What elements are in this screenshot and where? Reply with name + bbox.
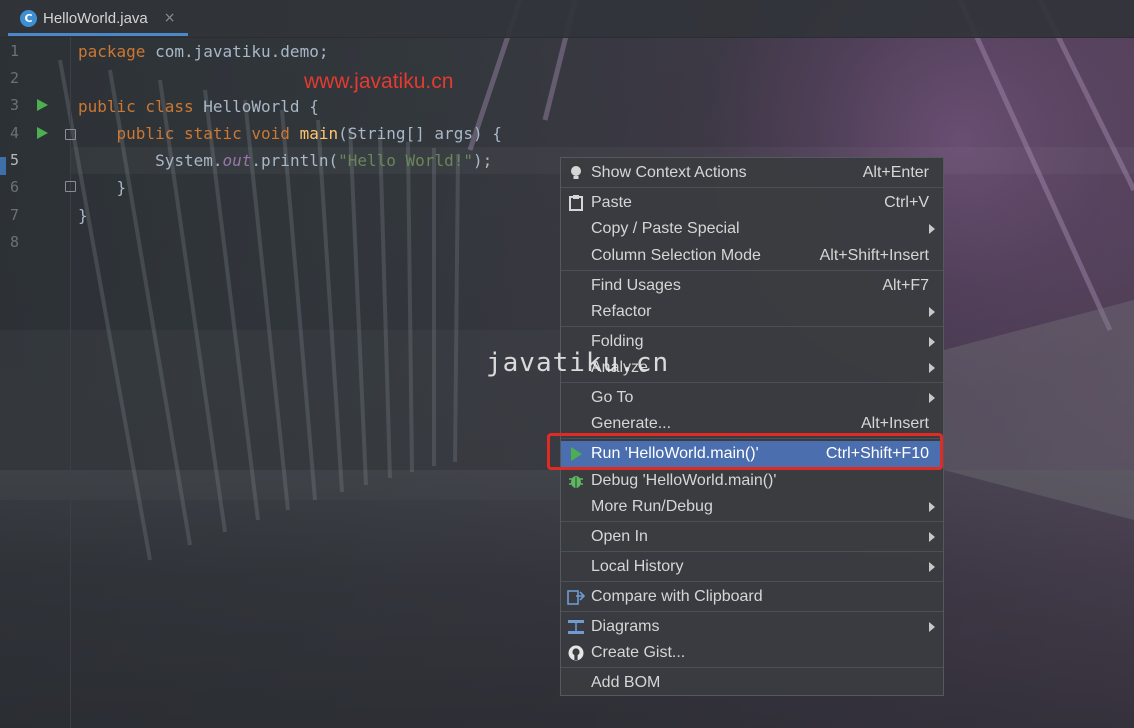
run-gutter-icon[interactable] bbox=[37, 99, 48, 111]
menu-item-copy-paste-special[interactable]: Copy / Paste Special bbox=[561, 216, 943, 242]
annotation-highlight-box bbox=[547, 433, 943, 470]
menu-item-more-run-debug[interactable]: More Run/Debug bbox=[561, 494, 943, 520]
line-number: 8 bbox=[10, 233, 20, 251]
watermark-center: javatiku.cn bbox=[486, 348, 670, 378]
menu-separator bbox=[561, 667, 943, 668]
menu-item-find-usages[interactable]: Find Usages Alt+F7 bbox=[561, 273, 943, 299]
line-number: 4 bbox=[10, 124, 20, 142]
clipboard-icon bbox=[567, 194, 585, 212]
menu-item-debug-main[interactable]: Debug 'HelloWorld.main()' bbox=[561, 468, 943, 494]
menu-separator bbox=[561, 187, 943, 188]
submenu-arrow-icon bbox=[929, 363, 935, 373]
menu-item-compare-with-clipboard[interactable]: Compare with Clipboard bbox=[561, 584, 943, 610]
tab-label: HelloWorld.java bbox=[43, 9, 148, 27]
code-line: public static void main(String[] args) { bbox=[116, 124, 502, 143]
menu-item-show-context-actions[interactable]: Show Context Actions Alt+Enter bbox=[561, 160, 943, 186]
compare-icon bbox=[567, 588, 585, 606]
run-gutter-icon[interactable] bbox=[37, 127, 48, 139]
line-number: 6 bbox=[10, 178, 20, 196]
menu-item-open-in[interactable]: Open In bbox=[561, 524, 943, 550]
java-class-icon: C bbox=[20, 9, 37, 27]
editor-tab-bar: C HelloWorld.java × bbox=[0, 0, 1134, 38]
watermark-url: www.javatiku.cn bbox=[304, 70, 454, 93]
submenu-arrow-icon bbox=[929, 393, 935, 403]
menu-item-diagrams[interactable]: Diagrams bbox=[561, 614, 943, 640]
fold-icon[interactable] bbox=[65, 129, 76, 140]
code-line: package com.javatiku.demo; bbox=[78, 42, 329, 61]
line-number: 5 bbox=[10, 151, 20, 169]
submenu-arrow-icon bbox=[929, 622, 935, 632]
menu-separator bbox=[561, 581, 943, 582]
submenu-arrow-icon bbox=[929, 224, 935, 234]
menu-separator bbox=[561, 270, 943, 271]
github-icon bbox=[567, 644, 585, 662]
line-number: 2 bbox=[10, 69, 20, 87]
code-line: System.out.println("Hello World!"); bbox=[155, 151, 493, 170]
bulb-icon bbox=[567, 164, 585, 182]
editor-context-menu: Show Context Actions Alt+Enter Paste Ctr… bbox=[560, 157, 944, 696]
submenu-arrow-icon bbox=[929, 532, 935, 542]
menu-item-add-bom[interactable]: Add BOM bbox=[561, 670, 943, 696]
line-number: 3 bbox=[10, 96, 20, 114]
line-number: 7 bbox=[10, 206, 20, 224]
menu-item-column-selection-mode[interactable]: Column Selection Mode Alt+Shift+Insert bbox=[561, 243, 943, 269]
code-line: public class HelloWorld { bbox=[78, 97, 319, 116]
editor-gutter: 1 2 3 4 5 6 7 8 bbox=[0, 37, 76, 728]
submenu-arrow-icon bbox=[929, 562, 935, 572]
submenu-arrow-icon bbox=[929, 307, 935, 317]
bug-icon bbox=[567, 472, 585, 490]
menu-item-refactor[interactable]: Refactor bbox=[561, 299, 943, 325]
menu-separator bbox=[561, 326, 943, 327]
menu-item-create-gist[interactable]: Create Gist... bbox=[561, 640, 943, 666]
tab-helloworld-java[interactable]: C HelloWorld.java × bbox=[8, 3, 188, 36]
submenu-arrow-icon bbox=[929, 337, 935, 347]
close-icon[interactable]: × bbox=[164, 10, 176, 26]
menu-separator bbox=[561, 521, 943, 522]
menu-item-local-history[interactable]: Local History bbox=[561, 554, 943, 580]
submenu-arrow-icon bbox=[929, 502, 935, 512]
menu-item-paste[interactable]: Paste Ctrl+V bbox=[561, 190, 943, 216]
menu-separator bbox=[561, 611, 943, 612]
menu-separator bbox=[561, 551, 943, 552]
code-line: } bbox=[78, 206, 88, 225]
diagram-icon bbox=[567, 618, 585, 636]
menu-item-go-to[interactable]: Go To bbox=[561, 385, 943, 411]
line-number: 1 bbox=[10, 42, 20, 60]
menu-separator bbox=[561, 382, 943, 383]
fold-icon[interactable] bbox=[65, 181, 76, 192]
code-editor[interactable]: package com.javatiku.demo; public class … bbox=[78, 37, 502, 225]
code-line: } bbox=[78, 178, 127, 197]
bookmark-marker bbox=[0, 157, 6, 175]
